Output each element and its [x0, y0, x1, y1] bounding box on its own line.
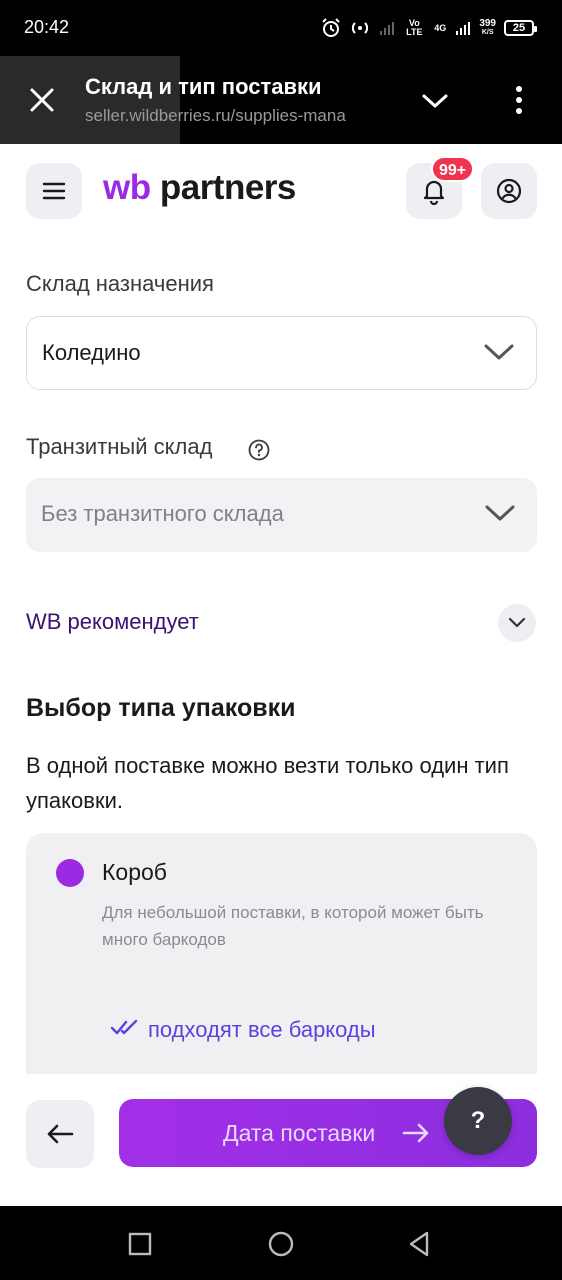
option-note: подходят все баркоды — [148, 1017, 376, 1042]
system-nav-bar — [0, 1206, 562, 1280]
chevron-down-icon — [484, 344, 514, 360]
volte-label: Vo LTE — [406, 18, 423, 37]
transit-select[interactable]: Без транзитного склада — [26, 478, 537, 552]
status-bar: 20:42 Vo LTE 4G 399 K/S 25 — [0, 0, 562, 56]
warehouse-value: Коледино — [42, 340, 141, 365]
recent-apps-icon[interactable] — [124, 1228, 156, 1260]
arrow-left-icon — [47, 1124, 74, 1144]
double-check-icon — [110, 1019, 138, 1035]
back-nav-icon[interactable] — [403, 1228, 435, 1260]
home-icon[interactable] — [265, 1228, 297, 1260]
hamburger-icon — [42, 182, 66, 200]
packaging-option-box[interactable]: Короб Для небольшой поставки, в которой … — [26, 833, 537, 1093]
battery-level: 25 — [512, 22, 526, 34]
radio-selected[interactable] — [56, 859, 84, 887]
signal-weak-icon — [380, 22, 395, 35]
browser-toolbar: Склад и тип поставки seller.wildberries.… — [0, 56, 562, 144]
chevron-down-icon — [485, 505, 515, 521]
back-button[interactable] — [26, 1100, 94, 1168]
close-icon[interactable] — [22, 80, 62, 120]
profile-button[interactable] — [481, 163, 537, 219]
warehouse-label: Склад назначения — [26, 271, 214, 296]
alarm-icon — [322, 18, 341, 37]
option-title: Короб — [102, 859, 167, 885]
more-vertical-icon[interactable] — [506, 82, 532, 118]
transit-value: Без транзитного склада — [41, 501, 284, 526]
net-speed-unit: K/S — [481, 29, 494, 36]
help-icon[interactable] — [248, 439, 270, 461]
wb-recommends-toggle[interactable]: WB рекомендует — [26, 609, 199, 635]
net-speed-value: 399 — [479, 18, 496, 29]
warehouse-select[interactable]: Коледино — [26, 316, 537, 390]
chevron-down-icon — [508, 617, 526, 628]
help-chat-button[interactable]: ? — [444, 1087, 512, 1155]
hotspot-icon — [352, 22, 369, 34]
menu-button[interactable] — [26, 163, 82, 219]
net-speed: 399 K/S — [479, 19, 496, 37]
status-icons: Vo LTE 4G 399 K/S 25 — [321, 16, 537, 40]
page-url[interactable]: seller.wildberries.ru/supplies-mana — [85, 106, 390, 126]
packaging-description: В одной поставке можно везти только один… — [26, 753, 509, 813]
chevron-down-icon[interactable] — [418, 86, 452, 116]
expand-button[interactable] — [498, 604, 536, 642]
battery-icon: 25 — [504, 20, 537, 36]
packaging-heading: Выбор типа упаковки — [26, 694, 296, 722]
logo-wb: wb — [103, 168, 151, 207]
network-type-label: 4G — [434, 22, 447, 33]
status-time: 20:42 — [24, 17, 70, 37]
logo-partners: partners — [159, 168, 297, 207]
page-title: Склад и тип поставки — [85, 74, 322, 99]
arrow-right-icon — [402, 1123, 429, 1143]
wb-partners-logo[interactable]: wb partners — [103, 168, 296, 208]
next-button-label: Дата поставки — [223, 1120, 376, 1146]
user-icon — [496, 178, 522, 204]
option-description: Для небольшой поставки, в которой может … — [102, 903, 484, 949]
signal-strong-icon — [456, 22, 471, 35]
notification-badge: 99+ — [431, 156, 475, 182]
transit-label: Транзитный склад — [26, 434, 213, 459]
